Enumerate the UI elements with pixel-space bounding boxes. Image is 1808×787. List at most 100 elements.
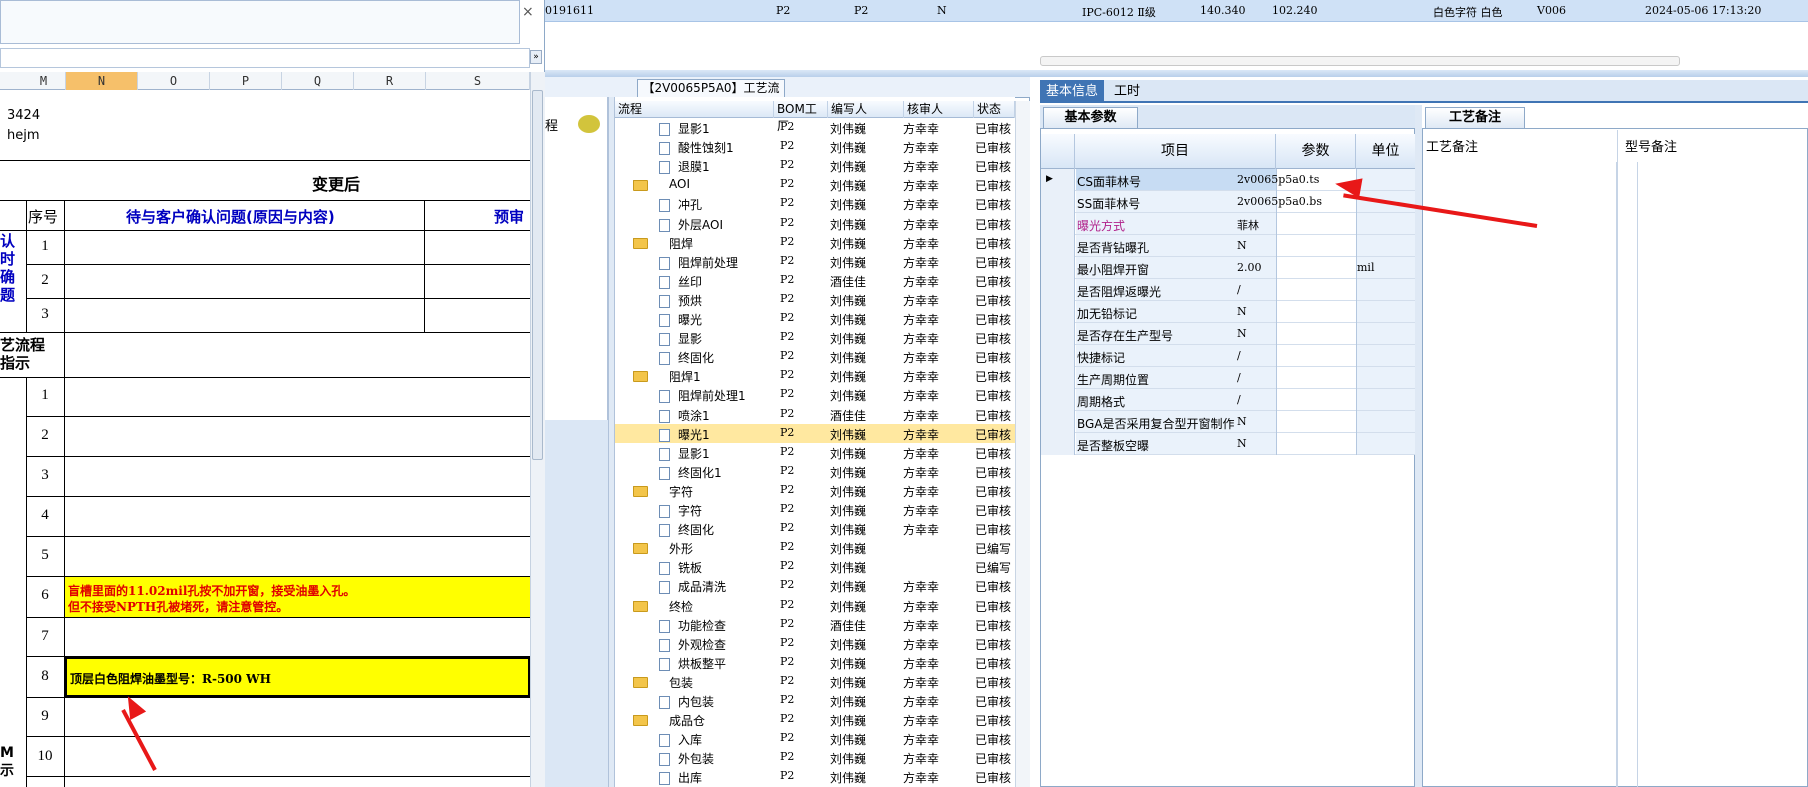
row-header[interactable] [1041,323,1075,345]
row-header[interactable] [1041,389,1075,411]
param-value[interactable]: 2v0065p5a0.ts [1237,173,1319,186]
process-row-3[interactable]: 3 [26,467,64,484]
row-header[interactable] [1041,345,1075,367]
param-row[interactable]: 是否整板空曝 N [1041,433,1415,455]
param-value[interactable]: N [1237,305,1247,318]
process-step-row[interactable]: 显影1 P2 刘伟巍 方幸幸 已审核 [615,443,1015,462]
process-group-row[interactable]: − 外形P2刘伟巍已编写 [615,538,1015,557]
param-value[interactable]: 2.00 [1237,261,1262,274]
process-row-8[interactable]: 8 [26,668,64,685]
param-row[interactable]: 是否背钻曝孔 N [1041,235,1415,257]
row-header[interactable] [1041,301,1075,323]
param-row[interactable]: BGA是否采用复合型开窗制作 N [1041,411,1415,433]
column-header-r[interactable]: R [354,72,426,90]
model-notes-textarea[interactable] [1625,162,1638,787]
process-step-row[interactable]: 终固化1 P2 刘伟巍 方幸幸 已审核 [615,462,1015,481]
row-header[interactable]: ▶ [1041,169,1075,191]
tab-process-flow[interactable]: 【2V0065P5A0】工艺流程 [637,79,785,112]
process-row-1[interactable]: 1 [26,387,64,404]
process-group-row[interactable]: − 终检P2刘伟巍方幸幸已审核 [615,596,1015,615]
process-step-row[interactable]: 曝光 P2 刘伟巍 方幸幸 已审核 [615,309,1015,328]
param-value[interactable]: / [1237,371,1241,384]
process-step-row[interactable]: 显影1 P2 刘伟巍 方幸幸 已审核 [615,118,1015,137]
process-step-row[interactable]: 阻焊前处理 P2 刘伟巍 方幸幸 已审核 [615,252,1015,271]
confirm-row-3[interactable]: 3 [26,306,64,323]
col-bom-factory[interactable]: BOM工厂 [774,101,828,133]
column-header-o[interactable]: O [138,72,210,90]
param-row[interactable]: 曝光方式 菲林 [1041,213,1415,235]
row-header[interactable] [1041,433,1075,455]
middle-splitter[interactable] [608,97,615,787]
param-row[interactable]: 是否阻焊返曝光 / [1041,279,1415,301]
process-step-row[interactable]: 预烘 P2 刘伟巍 方幸幸 已审核 [615,290,1015,309]
params-col-value[interactable]: 参数 [1276,134,1356,169]
formula-input[interactable] [0,0,520,44]
param-value[interactable]: / [1237,393,1241,406]
process-grid-scrollbar[interactable] [1015,101,1030,787]
process-step-row[interactable]: 烘板整平 P2 刘伟巍 方幸幸 已审核 [615,653,1015,672]
param-row[interactable]: 周期格式 / [1041,389,1415,411]
process-row-2[interactable]: 2 [26,427,64,444]
process-step-row[interactable]: 酸性蚀刻1 P2 刘伟巍 方幸幸 已审核 [615,137,1015,156]
row-header[interactable] [1041,213,1075,235]
process-row-5[interactable]: 5 [26,547,64,564]
process-row-7[interactable]: 7 [26,628,64,645]
top-splitter[interactable] [545,70,1808,77]
col-reviewer[interactable]: 核审人 [904,101,974,118]
process-step-row[interactable]: 入库 P2 刘伟巍 方幸幸 已审核 [615,729,1015,748]
cell-3424[interactable]: 3424 [7,108,40,123]
process-step-row[interactable]: 外观检查 P2 刘伟巍 方幸幸 已审核 [615,634,1015,653]
cell-hejm[interactable]: hejm [7,128,40,143]
row-header[interactable] [1041,411,1075,433]
param-value[interactable]: 2v0065p5a0.bs [1237,195,1322,208]
row-header[interactable] [1041,235,1075,257]
col-process[interactable]: 流程 [615,101,774,118]
column-header-s[interactable]: S [426,72,530,90]
confirm-row-2[interactable]: 2 [26,272,64,289]
tab-basic-params[interactable]: 基本参数 [1043,107,1138,128]
process-row-6[interactable]: 6 [26,587,64,604]
row-header[interactable] [1041,191,1075,213]
tab-basic-info[interactable]: 基本信息 [1040,80,1105,103]
process-row-9[interactable]: 9 [26,708,64,725]
row-header[interactable] [1041,257,1075,279]
process-step-row[interactable]: 铣板 P2 刘伟巍 已编写 [615,557,1015,576]
param-row[interactable]: 快捷标记 / [1041,345,1415,367]
process-step-row[interactable]: 曝光1 P2 刘伟巍 方幸幸 已审核 [615,423,1015,443]
process-step-row[interactable]: 出库 P2 刘伟巍 方幸幸 已审核 [615,767,1015,786]
col-status[interactable]: 状态 [974,101,1015,118]
comment-bubble-icon[interactable] [578,115,600,133]
col-writer[interactable]: 编写人 [828,101,904,118]
process-notes-textarea[interactable] [1425,162,1617,787]
tab-work-hours[interactable]: 工时 [1108,80,1146,103]
process-row-10[interactable]: 10 [26,748,64,765]
row6-note-line2[interactable]: 但不接受NPTH孔被堵死，请注意管控。 [68,598,288,615]
confirm-row-1[interactable]: 1 [26,238,64,255]
row6-note-line1[interactable]: 盲槽里面的11.02mil孔按不加开窗，接受油墨入孔。 [68,582,355,599]
selected-record-row[interactable]: 0191611 P2 P2 N IPC-6012 Ⅱ级 140.340 102.… [545,0,1808,22]
process-step-row[interactable]: 冲孔 P2 刘伟巍 方幸幸 已审核 [615,194,1015,213]
process-step-row[interactable]: 外包装 P2 刘伟巍 方幸幸 已审核 [615,748,1015,767]
params-col-item[interactable]: 项目 [1075,134,1276,169]
process-step-row[interactable]: 阻焊前处理1 P2 刘伟巍 方幸幸 已审核 [615,385,1015,404]
param-value[interactable]: / [1237,349,1241,362]
row-header[interactable] [1041,279,1075,301]
process-step-row[interactable]: 内包装 P2 刘伟巍 方幸幸 已审核 [615,691,1015,710]
sheet-scroll-thumb[interactable] [532,90,543,460]
name-box[interactable] [0,48,530,68]
process-group-row[interactable]: − 成品仓P2刘伟巍方幸幸已审核 [615,710,1015,729]
process-step-row[interactable]: 终固化 P2 刘伟巍 方幸幸 已审核 [615,519,1015,538]
close-icon[interactable]: × [522,4,534,20]
column-header-m[interactable]: M [22,72,66,90]
chevron-down-icon[interactable]: » [530,50,542,64]
records-horizontal-scrollbar[interactable] [1040,56,1680,66]
process-step-row[interactable]: 显影 P2 刘伟巍 方幸幸 已审核 [615,328,1015,347]
process-group-row[interactable]: − 包装P2刘伟巍方幸幸已审核 [615,672,1015,691]
process-step-row[interactable]: 字符 P2 刘伟巍 方幸幸 已审核 [615,500,1015,519]
column-header-q[interactable]: Q [282,72,354,90]
param-value[interactable]: N [1237,327,1247,340]
param-value[interactable]: / [1237,283,1241,296]
param-row[interactable]: 加无铅标记 N [1041,301,1415,323]
process-group-row[interactable]: − AOIP2刘伟巍方幸幸已审核 [615,175,1015,194]
process-step-row[interactable]: 终固化 P2 刘伟巍 方幸幸 已审核 [615,347,1015,366]
